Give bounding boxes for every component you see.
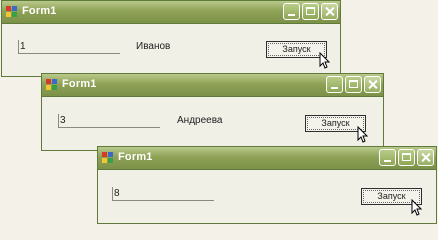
app-icon <box>102 152 114 163</box>
maximize-icon <box>349 80 358 88</box>
number-textbox[interactable]: 8 <box>112 187 214 201</box>
form1-window-1: Form1 1 Иванов Запуск <box>1 0 341 77</box>
minimize-button[interactable] <box>283 3 300 20</box>
close-icon <box>365 77 380 92</box>
window-title: Form1 <box>62 78 97 90</box>
maximize-icon <box>402 153 411 161</box>
name-label: Андреева <box>177 115 223 126</box>
close-icon <box>322 4 337 19</box>
title-bar[interactable]: Form1 <box>98 147 436 170</box>
maximize-button[interactable] <box>398 149 415 166</box>
form-client-area: 3 Андреева Запуск <box>42 97 383 150</box>
maximize-button[interactable] <box>302 3 319 20</box>
minimize-icon <box>384 160 391 162</box>
start-button[interactable]: Запуск <box>266 41 327 58</box>
minimize-button[interactable] <box>326 76 343 93</box>
window-title: Form1 <box>118 151 153 163</box>
mouse-cursor-icon <box>319 52 331 69</box>
name-label: Иванов <box>136 41 171 52</box>
window-title: Form1 <box>22 5 57 17</box>
close-icon <box>418 150 433 165</box>
number-textbox[interactable]: 3 <box>58 114 160 128</box>
form1-window-2: Form1 3 Андреева Запуск <box>41 73 384 151</box>
mouse-cursor-icon <box>357 126 369 143</box>
app-icon <box>6 6 18 17</box>
form-client-area: 1 Иванов Запуск <box>2 24 340 76</box>
maximize-button[interactable] <box>345 76 362 93</box>
app-icon <box>46 79 58 90</box>
close-button[interactable] <box>321 3 338 20</box>
title-bar[interactable]: Form1 <box>42 74 383 97</box>
mouse-cursor-icon <box>411 199 423 216</box>
minimize-button[interactable] <box>379 149 396 166</box>
minimize-icon <box>331 87 338 89</box>
form-client-area: 8 Запуск <box>98 170 436 223</box>
maximize-icon <box>306 7 315 15</box>
close-button[interactable] <box>417 149 434 166</box>
minimize-icon <box>288 14 295 16</box>
form1-window-3: Form1 8 Запуск <box>97 146 437 224</box>
number-textbox[interactable]: 1 <box>18 40 120 54</box>
title-bar[interactable]: Form1 <box>2 1 340 24</box>
close-button[interactable] <box>364 76 381 93</box>
